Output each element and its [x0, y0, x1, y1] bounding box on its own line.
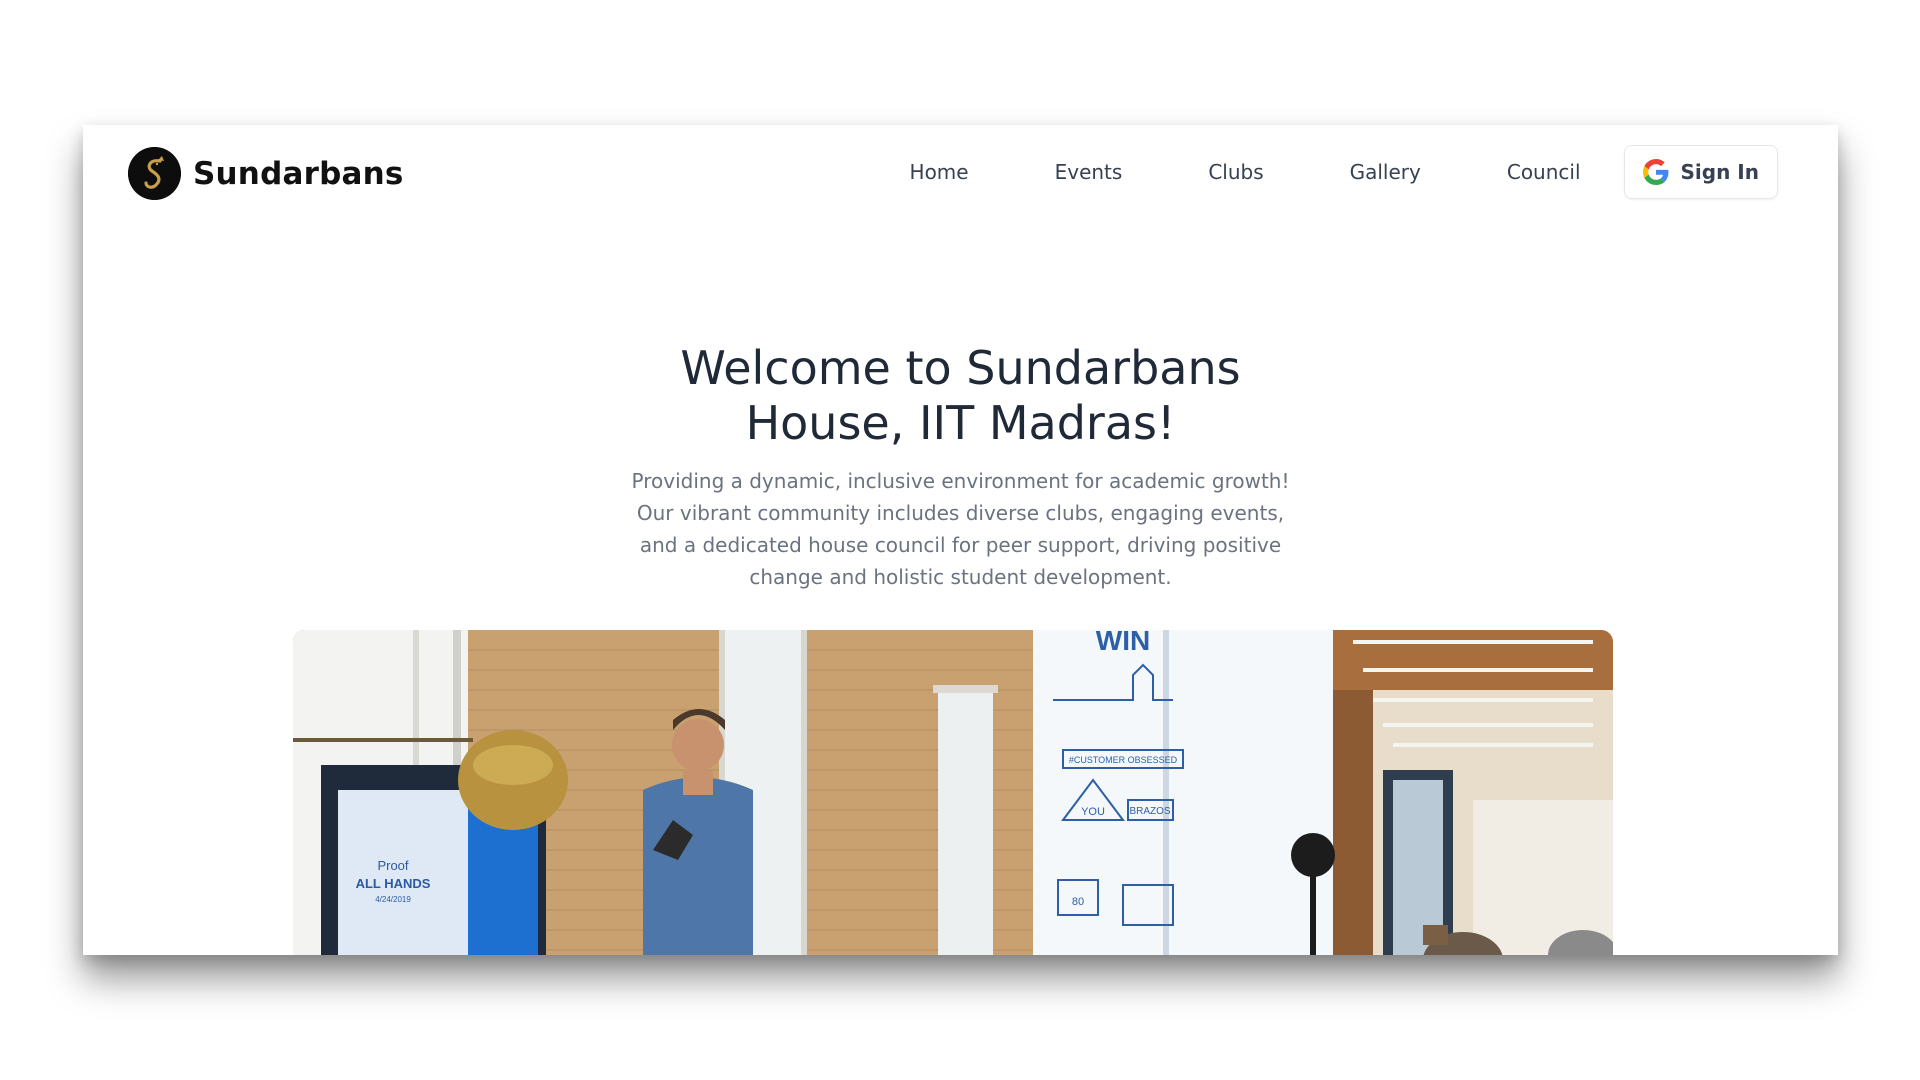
- sign-in-button[interactable]: Sign In: [1623, 145, 1778, 199]
- site-header: Sundarbans Home Events Clubs Gallery Cou…: [83, 125, 1838, 225]
- hero-title-line-1: Welcome to Sundarbans: [680, 340, 1241, 395]
- wall-banner-text: #CUSTOMER OBSESSED: [1069, 755, 1178, 765]
- nav-events[interactable]: Events: [1055, 146, 1123, 198]
- main-nav: Home Events Clubs Gallery Council Sign I…: [910, 145, 1778, 199]
- sign-in-label: Sign In: [1680, 160, 1759, 184]
- brand-name: Sundarbans: [193, 155, 404, 192]
- wall-number-text: 80: [1072, 896, 1084, 908]
- office-meeting-photo: Proof ALL HANDS 4/24/2019 WIN #CUSTOMER …: [293, 630, 1613, 955]
- browser-viewport: Sundarbans Home Events Clubs Gallery Cou…: [83, 125, 1838, 955]
- hero-title-line-2: House, IIT Madras!: [745, 395, 1176, 450]
- screen-text-2: ALL HANDS: [356, 876, 431, 891]
- screen-text-3: 4/24/2019: [375, 895, 411, 904]
- brand-link[interactable]: Sundarbans: [128, 147, 404, 200]
- hero-photo: Proof ALL HANDS 4/24/2019 WIN #CUSTOMER …: [293, 630, 1613, 955]
- hero-title: Welcome to Sundarbans House, IIT Madras!: [83, 341, 1838, 451]
- wall-badge-text: BRAZOS: [1129, 806, 1170, 817]
- tiger-logo-icon: [128, 147, 181, 200]
- nav-gallery[interactable]: Gallery: [1350, 146, 1421, 198]
- screen-text-1: Proof: [377, 858, 408, 873]
- hero-description: Providing a dynamic, inclusive environme…: [631, 469, 1290, 589]
- wall-text-top: WIN: [1096, 630, 1150, 656]
- google-icon: [1642, 159, 1668, 185]
- nav-council[interactable]: Council: [1507, 146, 1581, 198]
- nav-home[interactable]: Home: [910, 146, 969, 198]
- nav-clubs[interactable]: Clubs: [1208, 146, 1263, 198]
- wall-you-text: YOU: [1081, 806, 1105, 818]
